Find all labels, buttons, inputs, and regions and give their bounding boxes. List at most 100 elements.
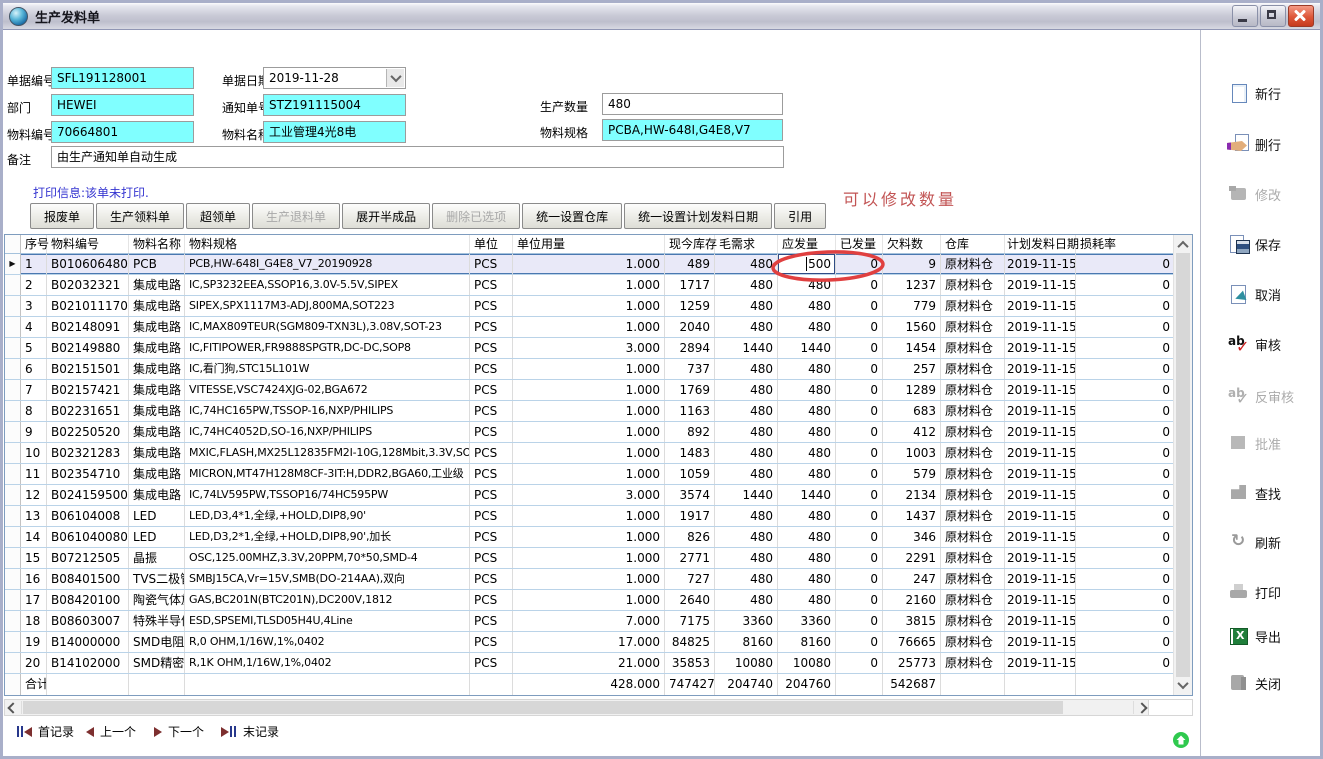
cell[interactable]: 1.000 xyxy=(513,275,665,295)
action-button-8[interactable]: 统一设置计划发料日期 xyxy=(624,203,772,229)
cell[interactable]: B0210111700 xyxy=(47,296,129,316)
table-row[interactable]: 18B08603007特殊半导体ESD,SPSEMI,TLSD05H4U,4Li… xyxy=(5,611,1174,632)
cell[interactable]: 7175 xyxy=(665,611,715,631)
cell[interactable]: IC,74LV595PW,TSSOP16/74HC595PW xyxy=(185,485,470,505)
nav-first-record-button[interactable]: 首记录 xyxy=(16,723,74,740)
remark-field[interactable]: 由生产通知单自动生成 xyxy=(51,146,784,168)
cell[interactable]: 1.000 xyxy=(513,443,665,463)
table-row[interactable]: 7B02157421集成电路VITESSE,VSC7424XJG-02,BGA6… xyxy=(5,380,1174,401)
cell[interactable]: 0 xyxy=(836,548,883,568)
horizontal-scrollbar[interactable] xyxy=(4,699,1193,716)
cell[interactable]: 集成电路 xyxy=(129,317,185,337)
cell[interactable]: 1.000 xyxy=(513,506,665,526)
cell[interactable] xyxy=(836,674,883,695)
cell[interactable]: 21.000 xyxy=(513,653,665,673)
row-selector[interactable] xyxy=(5,380,21,400)
cell[interactable]: 0 xyxy=(836,254,883,274)
cell[interactable]: 原材料仓 xyxy=(941,632,1005,652)
cell[interactable]: 集成电路 xyxy=(129,380,185,400)
cell[interactable]: 1.000 xyxy=(513,548,665,568)
cell[interactable]: IC,FITIPOWER,FR9888SPGTR,DC-DC,SOP8 xyxy=(185,338,470,358)
cell[interactable]: PCS xyxy=(470,317,513,337)
cell[interactable]: 1.000 xyxy=(513,401,665,421)
row-selector[interactable] xyxy=(5,464,21,484)
cell[interactable]: PCS xyxy=(470,359,513,379)
cell[interactable]: 20 xyxy=(21,653,47,673)
nav-next-record-button[interactable]: 下一个 xyxy=(154,723,204,740)
cell[interactable]: 480 xyxy=(778,590,836,610)
cell[interactable]: PCS xyxy=(470,548,513,568)
row-selector[interactable] xyxy=(5,632,21,652)
cell[interactable]: 0 xyxy=(1076,338,1174,358)
cell[interactable]: 原材料仓 xyxy=(941,317,1005,337)
cell[interactable]: B02149880 xyxy=(47,338,129,358)
cell[interactable]: PCS xyxy=(470,569,513,589)
cell[interactable]: 1717 xyxy=(665,275,715,295)
cell[interactable]: 集成电路 xyxy=(129,485,185,505)
cell[interactable] xyxy=(129,674,185,695)
row-selector[interactable] xyxy=(5,401,21,421)
cell[interactable]: 2 xyxy=(21,275,47,295)
cell[interactable]: 原材料仓 xyxy=(941,506,1005,526)
cell[interactable]: B02250520 xyxy=(47,422,129,442)
scroll-left-button[interactable] xyxy=(5,701,22,714)
vertical-scroll-thumb[interactable] xyxy=(1176,253,1190,677)
cell[interactable]: PCB xyxy=(129,254,185,274)
doc-no-field[interactable]: SFL191128001 xyxy=(51,67,194,89)
cell[interactable]: 原材料仓 xyxy=(941,548,1005,568)
cell[interactable]: VITESSE,VSC7424XJG-02,BGA672 xyxy=(185,380,470,400)
cell[interactable]: 0 xyxy=(1076,422,1174,442)
sidebar-button-11[interactable]: 打印 xyxy=(1227,581,1281,603)
cell[interactable]: 480 xyxy=(715,275,778,295)
cell[interactable]: 412 xyxy=(883,422,941,442)
cell[interactable] xyxy=(1076,674,1174,695)
cell[interactable]: 1.000 xyxy=(513,296,665,316)
horizontal-scroll-thumb[interactable] xyxy=(23,701,1063,714)
cell[interactable]: 16 xyxy=(21,569,47,589)
cell[interactable]: 1 xyxy=(21,254,47,274)
cell[interactable]: 0 xyxy=(1076,296,1174,316)
column-header-13[interactable]: 计划发料日期 xyxy=(1005,235,1076,253)
cell[interactable]: 3.000 xyxy=(513,485,665,505)
cell[interactable]: 8160 xyxy=(778,632,836,652)
cell[interactable]: PCS xyxy=(470,506,513,526)
mat-code-field[interactable]: 70664801 xyxy=(51,121,194,143)
cell[interactable]: 0 xyxy=(1076,401,1174,421)
cell[interactable]: PCS xyxy=(470,443,513,463)
table-row[interactable]: 17B08420100陶瓷气体放电GAS,BC201N(BTC201N),DC2… xyxy=(5,590,1174,611)
cell[interactable]: 480 xyxy=(715,548,778,568)
cell[interactable]: 1003 xyxy=(883,443,941,463)
cell[interactable]: SIPEX,SPX1117M3-ADJ,800MA,SOT223 xyxy=(185,296,470,316)
cell[interactable]: PCS xyxy=(470,422,513,442)
cell[interactable]: 579 xyxy=(883,464,941,484)
row-selector[interactable] xyxy=(5,569,21,589)
date-dropdown-button[interactable] xyxy=(386,69,404,87)
cell[interactable]: 3 xyxy=(21,296,47,316)
table-row[interactable]: 12B0241595000集成电路IC,74LV595PW,TSSOP16/74… xyxy=(5,485,1174,506)
cell[interactable]: 683 xyxy=(883,401,941,421)
cell[interactable]: PCS xyxy=(470,338,513,358)
column-header-5[interactable]: 单位 xyxy=(470,235,513,253)
cell[interactable]: 0 xyxy=(836,443,883,463)
cell[interactable]: ESD,SPSEMI,TLSD05H4U,4Line xyxy=(185,611,470,631)
cell[interactable]: 集成电路 xyxy=(129,401,185,421)
cell[interactable]: 6 xyxy=(21,359,47,379)
cell[interactable]: 集成电路 xyxy=(129,422,185,442)
cell[interactable]: 0 xyxy=(836,296,883,316)
cell[interactable]: 2019-11-15 xyxy=(1005,254,1076,274)
cell[interactable]: 480 xyxy=(778,464,836,484)
cell[interactable]: 1.000 xyxy=(513,422,665,442)
cell[interactable]: 1440 xyxy=(715,338,778,358)
cell[interactable]: 737 xyxy=(665,359,715,379)
cell[interactable]: B14102000 xyxy=(47,653,129,673)
cell[interactable]: B0610400801 xyxy=(47,527,129,547)
cell[interactable]: 76665 xyxy=(883,632,941,652)
prod-qty-field[interactable]: 480 xyxy=(602,93,783,115)
row-selector[interactable]: ▶ xyxy=(5,254,21,274)
cell[interactable]: 集成电路 xyxy=(129,359,185,379)
cell[interactable]: 1289 xyxy=(883,380,941,400)
cell[interactable]: 25773 xyxy=(883,653,941,673)
cell[interactable]: 2019-11-15 xyxy=(1005,275,1076,295)
cell[interactable]: B02354710 xyxy=(47,464,129,484)
cell[interactable]: 480 xyxy=(715,569,778,589)
